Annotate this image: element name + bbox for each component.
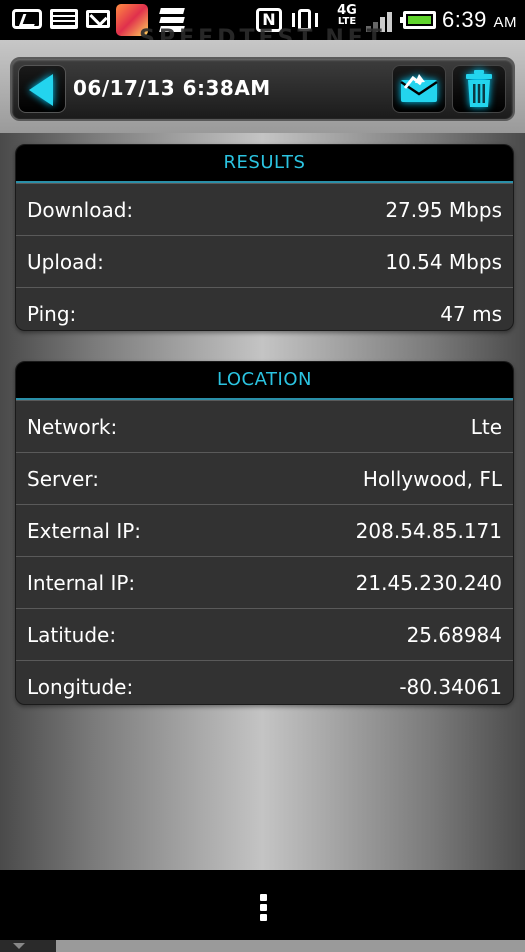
location-row-server: Server: Hollywood, FL	[16, 452, 513, 504]
latitude-value: 25.68984	[406, 623, 502, 647]
back-icon	[29, 74, 53, 106]
bottom-strip	[0, 940, 525, 952]
delete-button[interactable]	[452, 65, 506, 113]
header-bar: 06/17/13 6:38AM	[10, 57, 515, 121]
download-value: 27.95 Mbps	[385, 198, 502, 222]
trash-icon	[465, 70, 493, 108]
location-title: LOCATION	[16, 362, 513, 400]
bottom-nav	[0, 870, 525, 940]
results-title: RESULTS	[16, 145, 513, 183]
upload-value: 10.54 Mbps	[385, 250, 502, 274]
external-ip-value: 208.54.85.171	[355, 519, 502, 543]
chevron-down-icon	[13, 943, 25, 949]
network-type-icon: 4G LTE	[334, 4, 360, 27]
location-row-network: Network: Lte	[16, 400, 513, 452]
result-row-upload: Upload: 10.54 Mbps	[16, 235, 513, 287]
location-row-longitude: Longitude: -80.34061	[16, 660, 513, 704]
result-date: 06/17/13 6:38AM	[73, 76, 271, 100]
location-row-latitude: Latitude: 25.68984	[16, 608, 513, 660]
ping-label: Ping:	[27, 302, 77, 326]
latitude-label: Latitude:	[27, 623, 117, 647]
email-icon	[399, 74, 439, 104]
longitude-value: -80.34061	[399, 675, 502, 699]
header-ghost-title: SPEEDTEST.NET	[139, 26, 386, 40]
network-label: Network:	[27, 415, 118, 439]
location-row-external-ip: External IP: 208.54.85.171	[16, 504, 513, 556]
internal-ip-label: Internal IP:	[27, 571, 136, 595]
longitude-label: Longitude:	[27, 675, 134, 699]
upload-label: Upload:	[27, 250, 104, 274]
location-row-internal-ip: Internal IP: 21.45.230.240	[16, 556, 513, 608]
result-row-ping: Ping: 47 ms	[16, 287, 513, 330]
ping-value: 47 ms	[440, 302, 502, 326]
app-header: SPEEDTEST.NET 06/17/13 6:38AM	[0, 26, 525, 133]
server-label: Server:	[27, 467, 99, 491]
email-button[interactable]	[392, 65, 446, 113]
result-row-download: Download: 27.95 Mbps	[16, 183, 513, 235]
location-panel: LOCATION Network: Lte Server: Hollywood,…	[15, 361, 514, 705]
overflow-menu-button[interactable]	[250, 880, 278, 932]
server-value: Hollywood, FL	[362, 467, 502, 491]
internal-ip-value: 21.45.230.240	[355, 571, 502, 595]
external-ip-label: External IP:	[27, 519, 142, 543]
back-button[interactable]	[18, 65, 66, 113]
network-value: Lte	[470, 415, 502, 439]
results-panel: RESULTS Download: 27.95 Mbps Upload: 10.…	[15, 144, 514, 331]
download-label: Download:	[27, 198, 134, 222]
